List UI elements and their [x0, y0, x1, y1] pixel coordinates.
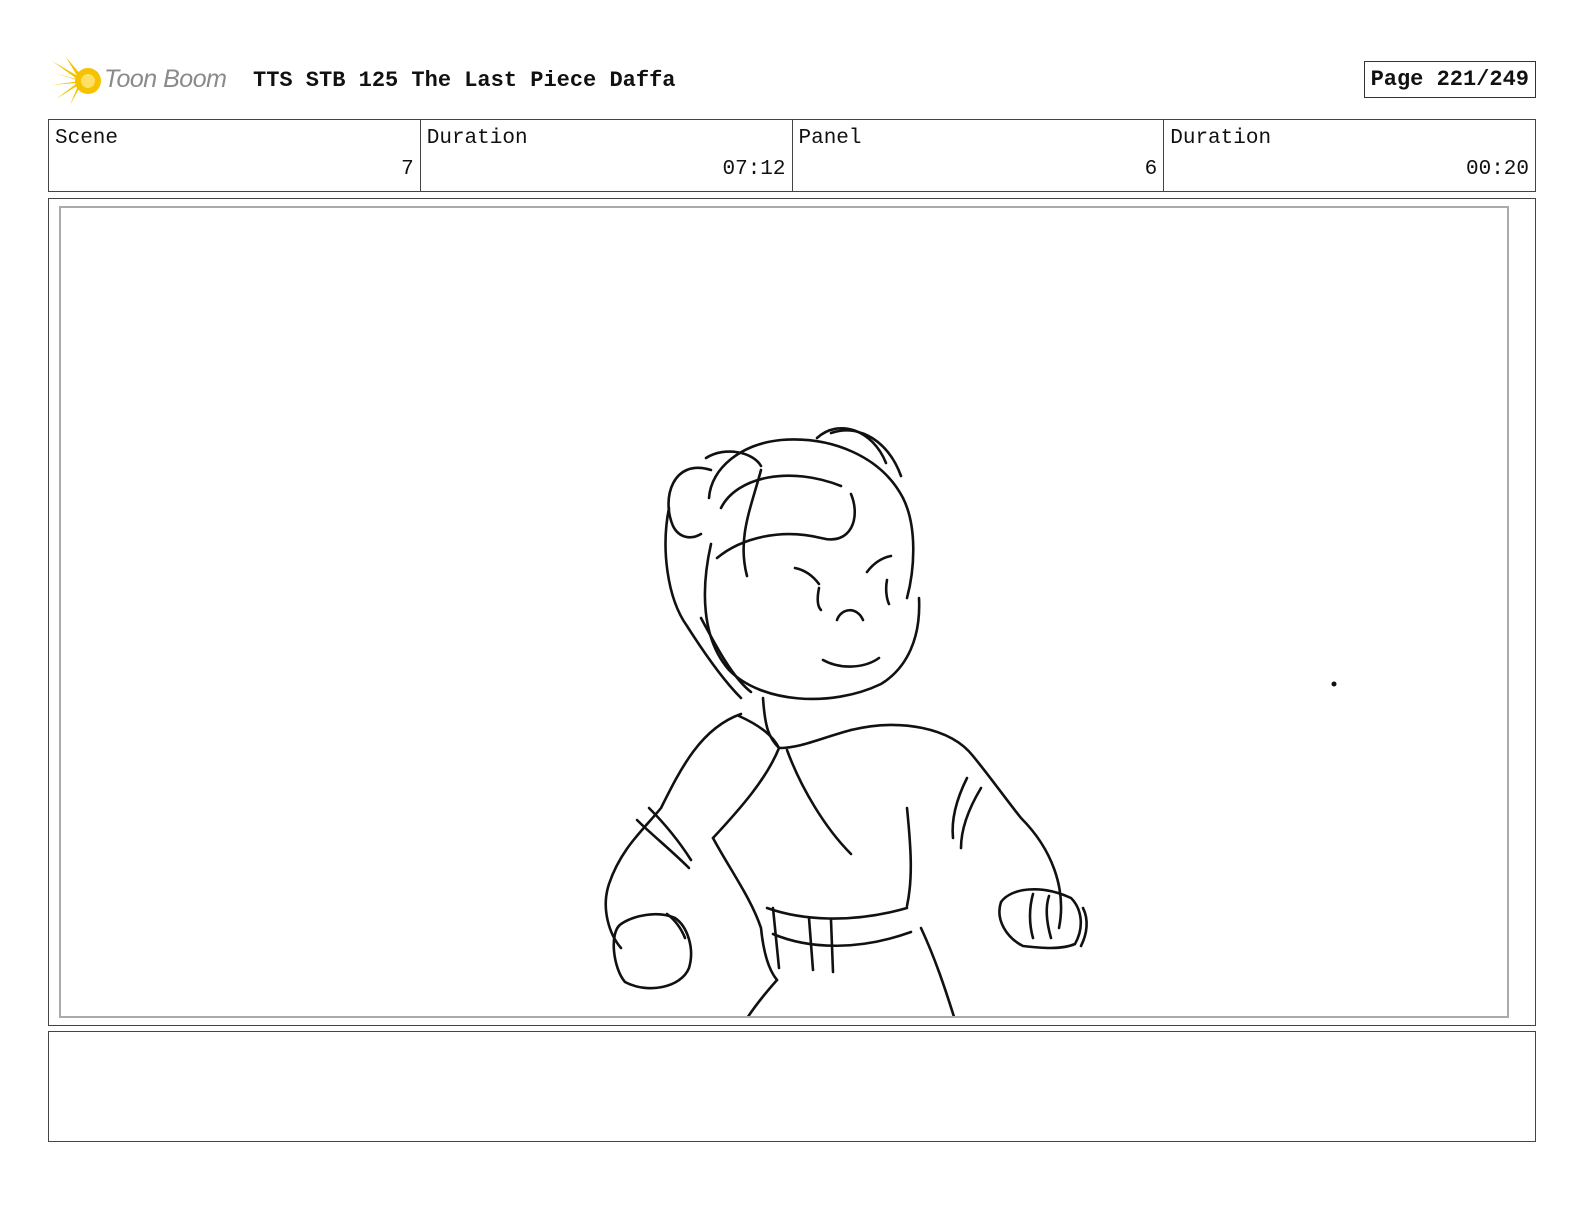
info-row: Scene 7 Duration 07:12 Panel 6 Duration … — [48, 119, 1536, 192]
scene-duration-cell: Duration 07:12 — [421, 120, 793, 191]
scene-duration-label: Duration — [426, 127, 528, 150]
document-title: TTS STB 125 The Last Piece Daffa — [253, 68, 676, 93]
scene-cell: Scene 7 — [49, 120, 421, 191]
scene-value: 7 — [401, 158, 414, 181]
panel-value: 6 — [1144, 158, 1158, 181]
scene-duration-value: 07:12 — [722, 158, 786, 181]
panel-label: Panel — [798, 127, 862, 150]
panel-cell: Panel 6 — [793, 120, 1165, 191]
page-header: Toon Boom TTS STB 125 The Last Piece Daf… — [50, 55, 1536, 107]
panel-notes — [48, 1031, 1536, 1142]
starburst-icon — [52, 57, 101, 105]
panel-image-area — [59, 206, 1509, 1018]
panel-frame — [48, 198, 1536, 1026]
panel-duration-label: Duration — [1170, 127, 1272, 150]
panel-duration-value: 00:20 — [1465, 158, 1529, 181]
logo-text: Toon Boom — [104, 65, 227, 93]
toon-boom-logo: Toon Boom — [50, 55, 240, 107]
scene-label: Scene — [55, 127, 119, 150]
character-sketch — [604, 427, 1337, 1016]
page-number: Page 221/249 — [1363, 61, 1536, 98]
panel-duration-cell: Duration 00:20 — [1164, 120, 1535, 191]
